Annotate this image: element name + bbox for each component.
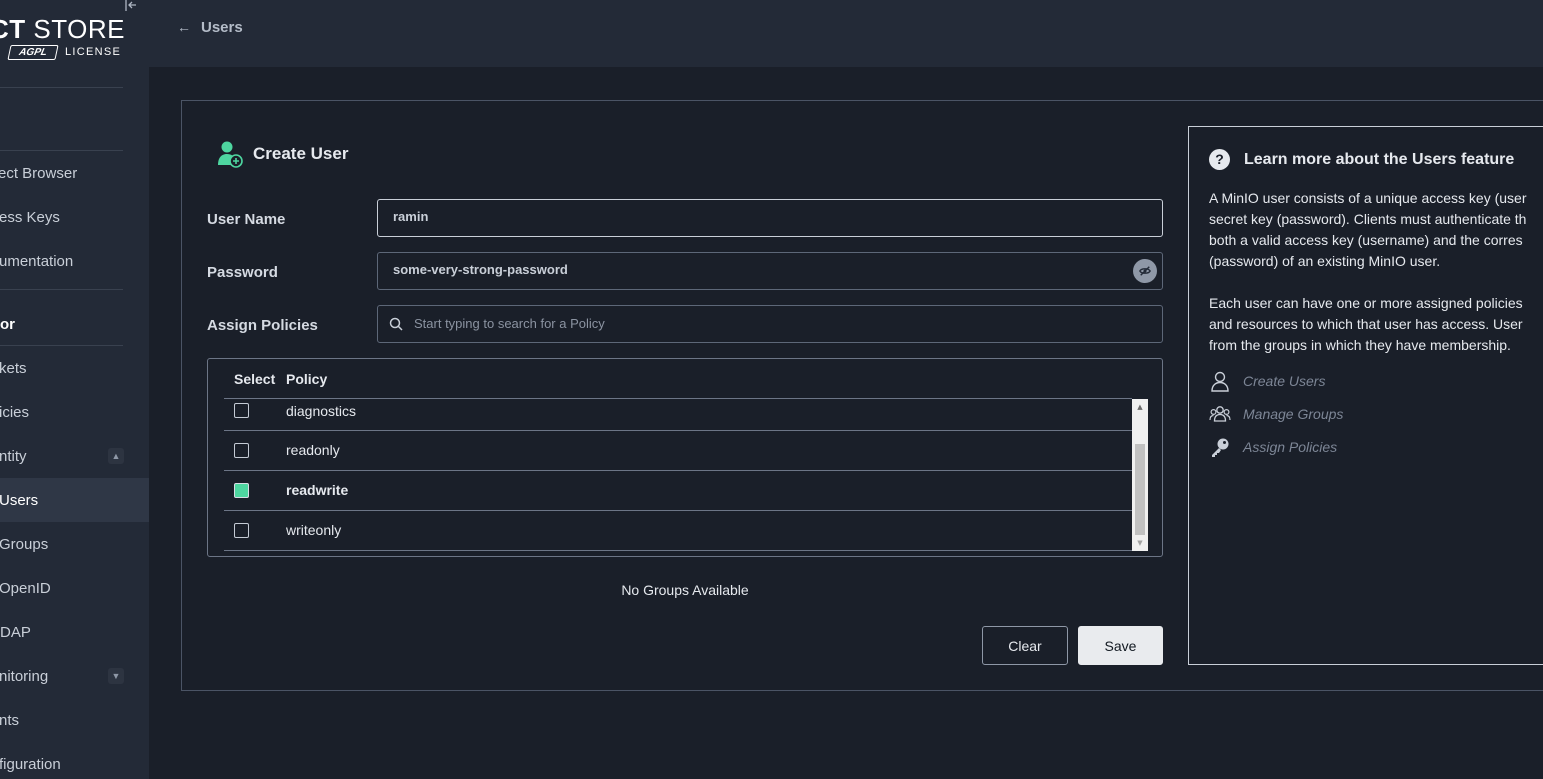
sidebar-section-administrator: or [0, 316, 15, 333]
policy-name: readonly [286, 442, 340, 458]
policy-table: Select Policy diagnostics readonly readw… [207, 358, 1163, 557]
sidebar-item-object-browser[interactable]: ect Browser [0, 151, 149, 195]
help-paragraph-line: secret key (password). Clients must auth… [1209, 211, 1527, 227]
sidebar-item-ldap[interactable]: DAP [0, 610, 149, 654]
help-paragraph-line: from the groups in which they have membe… [1209, 337, 1511, 353]
back-to-users-link[interactable]: ← Users [177, 17, 243, 37]
chevron-down-icon[interactable]: ▼ [108, 668, 124, 684]
help-link-label: Assign Policies [1243, 439, 1338, 455]
sidebar-divider [0, 87, 123, 88]
sidebar-item-configuration[interactable]: figuration [0, 742, 149, 779]
policy-name: writeonly [286, 522, 342, 538]
sidebar-item-documentation[interactable]: umentation [0, 239, 149, 283]
help-panel: ? Learn more about the Users feature A M… [1188, 126, 1543, 665]
sidebar-item-users[interactable]: Users [0, 478, 149, 522]
table-row[interactable]: readwrite [224, 471, 1132, 511]
sidebar-item-identity[interactable]: ntity ▲ [0, 434, 149, 478]
scroll-down-arrow-icon[interactable]: ▼ [1132, 535, 1148, 551]
add-user-icon [218, 141, 243, 168]
help-paragraph-line: and resources to which that user has acc… [1209, 316, 1523, 332]
table-row[interactable]: diagnostics [224, 391, 1132, 431]
back-link-label: Users [201, 18, 243, 36]
help-title: Learn more about the Users feature [1244, 150, 1515, 168]
policy-checkbox[interactable] [234, 443, 249, 458]
help-paragraph-line: A MinIO user consists of a unique access… [1209, 190, 1527, 206]
sidebar-divider [0, 289, 123, 290]
help-link-manage-groups[interactable]: Manage Groups [1209, 402, 1343, 426]
assign-policies-label: Assign Policies [207, 317, 318, 334]
top-bar [149, 0, 1543, 67]
username-field[interactable] [377, 199, 1163, 237]
policy-checkbox[interactable] [234, 403, 249, 418]
help-link-label: Create Users [1243, 373, 1326, 389]
help-link-assign-policies[interactable]: Assign Policies [1209, 435, 1337, 459]
sidebar-item-policies[interactable]: icies [0, 390, 149, 434]
username-label: User Name [207, 211, 286, 228]
table-scrollbar[interactable]: ▲ ▼ [1132, 399, 1148, 551]
help-paragraph-line: Each user can have one or more assigned … [1209, 295, 1523, 311]
eye-off-icon [1139, 266, 1151, 276]
search-icon [389, 317, 403, 331]
scroll-up-arrow-icon[interactable]: ▲ [1132, 399, 1148, 415]
column-header-policy: Policy [286, 371, 328, 387]
back-arrow-icon: ← [177, 19, 191, 35]
help-link-label: Manage Groups [1243, 406, 1344, 422]
key-icon [1212, 438, 1229, 457]
help-link-create-users[interactable]: Create Users [1209, 369, 1325, 393]
password-input[interactable] [393, 262, 1113, 277]
question-mark-icon: ? [1209, 149, 1230, 170]
column-header-select: Select [234, 371, 276, 387]
sidebar-item-groups[interactable]: Groups [0, 522, 149, 566]
toggle-password-visibility-button[interactable] [1133, 259, 1157, 283]
agpl-badge: AGPL [7, 45, 59, 60]
group-icon [1209, 406, 1231, 422]
save-button[interactable]: Save [1078, 626, 1163, 665]
collapse-sidebar-icon[interactable] [124, 0, 138, 12]
help-paragraph-line: (password) of an existing MinIO user. [1209, 253, 1441, 269]
sidebar: CT STORE AGPL LICENSE ect Browser ess Ke… [0, 0, 149, 779]
table-row[interactable]: writeonly [224, 511, 1132, 551]
help-paragraph-line: both a valid access key (username) and t… [1209, 232, 1523, 248]
license-label: LICENSE [65, 46, 122, 58]
no-groups-message: No Groups Available [621, 582, 749, 598]
sidebar-item-access-keys[interactable]: ess Keys [0, 195, 149, 239]
help-header: ? Learn more about the Users feature [1209, 149, 1514, 170]
table-row[interactable]: readonly [224, 431, 1132, 471]
clear-button[interactable]: Clear [982, 626, 1068, 665]
chevron-up-icon[interactable]: ▲ [108, 448, 124, 464]
policy-name: diagnostics [286, 403, 357, 419]
table-divider [224, 550, 1132, 551]
policy-search-input[interactable] [414, 316, 1114, 331]
username-input[interactable] [393, 209, 1113, 224]
sidebar-item-buckets[interactable]: kets [0, 346, 149, 390]
sidebar-item-events[interactable]: nts [0, 698, 149, 742]
policy-checkbox-checked[interactable] [234, 483, 249, 498]
policy-search-field[interactable] [377, 305, 1163, 343]
policy-checkbox[interactable] [234, 523, 249, 538]
password-field[interactable] [377, 252, 1163, 290]
page-header: Create User [217, 140, 348, 168]
scrollbar-thumb[interactable] [1135, 444, 1145, 535]
sidebar-item-openid[interactable]: OpenID [0, 566, 149, 610]
user-icon [1211, 371, 1229, 392]
password-label: Password [207, 264, 278, 281]
page-title: Create User [253, 144, 349, 163]
logo-wordmark: CT STORE [0, 14, 126, 44]
policy-name: readwrite [286, 482, 349, 498]
sidebar-item-monitoring[interactable]: nitoring ▼ [0, 654, 149, 698]
